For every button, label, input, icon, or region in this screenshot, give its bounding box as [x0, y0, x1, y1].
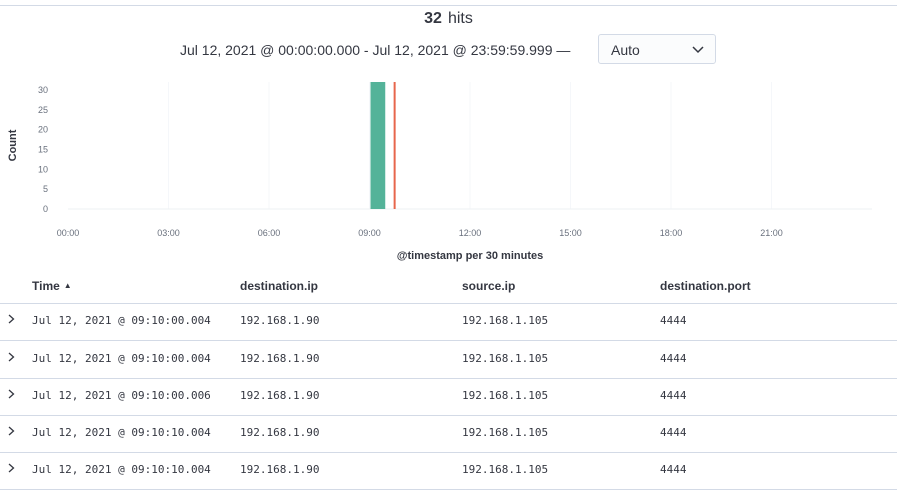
table-row[interactable]: Jul 12, 2021 @ 09:10:10.004 192.168.1.90 1…: [0, 415, 897, 453]
interval-select[interactable]: Auto: [598, 34, 716, 64]
expand-row-icon[interactable]: [5, 349, 19, 365]
cell-destination-port: 4444: [660, 389, 687, 402]
x-tick-label: 12:00: [459, 228, 482, 238]
x-tick-label: 18:00: [660, 228, 683, 238]
column-header-source-ip[interactable]: source.ip: [462, 279, 515, 293]
y-axis-label: Count: [7, 129, 19, 161]
x-tick-label: 21:00: [760, 228, 783, 238]
cell-source-ip: 192.168.1.105: [462, 463, 549, 476]
cell-time: Jul 12, 2021 @ 09:10:00.004: [32, 314, 211, 327]
x-tick-label: 15:00: [559, 228, 582, 238]
cell-destination-ip: 192.168.1.90: [240, 389, 320, 402]
cell-destination-ip: 192.168.1.90: [240, 314, 320, 327]
y-tick-label: 0: [43, 204, 48, 214]
expand-row-icon[interactable]: [5, 423, 19, 439]
table-row[interactable]: Jul 12, 2021 @ 09:10:00.006 192.168.1.90 1…: [0, 378, 897, 416]
hits-label: hits: [447, 10, 473, 27]
column-header-destination-ip[interactable]: destination.ip: [240, 279, 318, 293]
histogram-chart[interactable]: 0 5 10 15 20 25 30 00:00 03:00 06:00 09:00 12:00 15:…: [0, 70, 897, 265]
expand-row-icon[interactable]: [5, 311, 19, 327]
table-row[interactable]: Jul 12, 2021 @ 09:10:00.004 192.168.1.90 1…: [0, 303, 897, 341]
interval-value: Auto: [611, 42, 640, 58]
y-tick-label: 20: [38, 125, 48, 135]
hits-count: 32: [424, 10, 442, 27]
x-tick-label: 00:00: [57, 228, 80, 238]
cell-time: Jul 12, 2021 @ 09:10:00.006: [32, 389, 211, 402]
table-row[interactable]: Jul 12, 2021 @ 09:10:10.004 192.168.1.90 1…: [0, 452, 897, 490]
cell-time: Jul 12, 2021 @ 09:10:10.004: [32, 426, 211, 439]
cell-destination-ip: 192.168.1.90: [240, 463, 320, 476]
expand-row-icon[interactable]: [5, 386, 19, 402]
column-header-destination-port[interactable]: destination.port: [660, 279, 751, 293]
cell-source-ip: 192.168.1.105: [462, 314, 549, 327]
chevron-down-icon: [692, 46, 704, 54]
cell-destination-port: 4444: [660, 463, 687, 476]
y-tick-label: 10: [38, 164, 48, 174]
cell-destination-port: 4444: [660, 352, 687, 365]
cell-time: Jul 12, 2021 @ 09:10:00.004: [32, 352, 211, 365]
x-axis-label: @timestamp per 30 minutes: [397, 250, 543, 262]
x-tick-label: 06:00: [258, 228, 281, 238]
cell-destination-port: 4444: [660, 426, 687, 439]
cell-source-ip: 192.168.1.105: [462, 389, 549, 402]
y-tick-label: 15: [38, 144, 48, 154]
cell-source-ip: 192.168.1.105: [462, 426, 549, 439]
x-tick-label: 03:00: [157, 228, 180, 238]
cell-destination-ip: 192.168.1.90: [240, 426, 320, 439]
cell-source-ip: 192.168.1.105: [462, 352, 549, 365]
x-tick-label: 09:00: [358, 228, 381, 238]
hits-summary: 32 hits: [0, 10, 897, 28]
table-row[interactable]: Jul 12, 2021 @ 09:10:00.004 192.168.1.90 1…: [0, 341, 897, 379]
expand-row-icon[interactable]: [5, 460, 19, 476]
time-range-row: Jul 12, 2021 @ 00:00:00.000 - Jul 12, 20…: [0, 34, 897, 66]
time-range-text: Jul 12, 2021 @ 00:00:00.000 - Jul 12, 20…: [180, 42, 571, 58]
y-tick-label: 5: [43, 184, 48, 194]
cell-time: Jul 12, 2021 @ 09:10:10.004: [32, 463, 211, 476]
y-tick-label: 25: [38, 105, 48, 115]
top-divider: [0, 5, 897, 6]
cell-destination-ip: 192.168.1.90: [240, 352, 320, 365]
sort-ascending-icon[interactable]: ▲: [64, 281, 72, 290]
histogram-bar: [370, 82, 386, 209]
table-header: Time ▲ destination.ip source.ip destinati…: [0, 270, 897, 304]
column-header-time[interactable]: Time ▲: [32, 279, 72, 293]
y-tick-label: 30: [38, 85, 48, 95]
cell-destination-port: 4444: [660, 314, 687, 327]
